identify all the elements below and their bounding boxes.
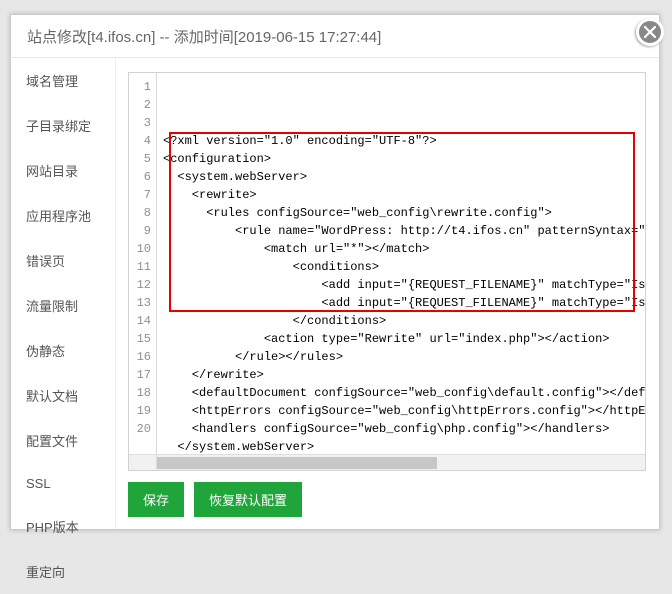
code-line: </system.webServer> bbox=[163, 438, 645, 454]
sidebar-item-subdir[interactable]: 子目录绑定 bbox=[11, 103, 115, 148]
sidebar-item-traffic[interactable]: 流量限制 bbox=[11, 283, 115, 328]
line-gutter: 1234567891011121314151617181920 bbox=[129, 73, 157, 454]
code-line: <rules configSource="web_config\rewrite.… bbox=[163, 204, 645, 222]
sidebar-item-defaultdoc[interactable]: 默认文档 bbox=[11, 373, 115, 418]
sidebar: 域名管理 子目录绑定 网站目录 应用程序池 错误页 流量限制 伪静态 默认文档 … bbox=[11, 58, 116, 529]
code-line: <rule name="WordPress: http://t4.ifos.cn… bbox=[163, 222, 645, 240]
sidebar-item-domain[interactable]: 域名管理 bbox=[11, 58, 115, 103]
site-edit-modal: 站点修改[t4.ifos.cn] -- 添加时间[2019-06-15 17:2… bbox=[10, 14, 660, 530]
modal-title: 站点修改[t4.ifos.cn] -- 添加时间[2019-06-15 17:2… bbox=[27, 29, 381, 46]
code-line: <action type="Rewrite" url="index.php"><… bbox=[163, 330, 645, 348]
restore-button[interactable]: 恢复默认配置 bbox=[194, 482, 302, 517]
line-number: 12 bbox=[129, 276, 151, 294]
scroll-track[interactable] bbox=[157, 455, 645, 470]
close-icon bbox=[644, 26, 656, 38]
line-number: 6 bbox=[129, 168, 151, 186]
line-number: 16 bbox=[129, 348, 151, 366]
line-number: 10 bbox=[129, 240, 151, 258]
line-number: 9 bbox=[129, 222, 151, 240]
modal-header: 站点修改[t4.ifos.cn] -- 添加时间[2019-06-15 17:2… bbox=[11, 15, 659, 58]
code-line: <configuration> bbox=[163, 150, 645, 168]
line-number: 14 bbox=[129, 312, 151, 330]
code-line: <handlers configSource="web_config\php.c… bbox=[163, 420, 645, 438]
editor-body: 1234567891011121314151617181920 <?xml ve… bbox=[129, 73, 645, 454]
line-number: 11 bbox=[129, 258, 151, 276]
code-line: <add input="{REQUEST_FILENAME}" matchTyp… bbox=[163, 276, 645, 294]
line-number: 4 bbox=[129, 132, 151, 150]
code-line: <httpErrors configSource="web_config\htt… bbox=[163, 402, 645, 420]
line-number: 19 bbox=[129, 402, 151, 420]
line-number: 5 bbox=[129, 150, 151, 168]
save-button[interactable]: 保存 bbox=[128, 482, 184, 517]
line-number: 17 bbox=[129, 366, 151, 384]
code-line: </rule></rules> bbox=[163, 348, 645, 366]
sidebar-item-apppool[interactable]: 应用程序池 bbox=[11, 193, 115, 238]
line-number: 18 bbox=[129, 384, 151, 402]
line-number: 13 bbox=[129, 294, 151, 312]
code-line: <?xml version="1.0" encoding="UTF-8"?> bbox=[163, 132, 645, 150]
sidebar-item-errorpage[interactable]: 错误页 bbox=[11, 238, 115, 283]
code-editor[interactable]: 1234567891011121314151617181920 <?xml ve… bbox=[128, 72, 646, 471]
code-line: </rewrite> bbox=[163, 366, 645, 384]
scroll-corner bbox=[129, 455, 157, 470]
button-bar: 保存 恢复默认配置 bbox=[128, 471, 646, 517]
line-number: 8 bbox=[129, 204, 151, 222]
close-button[interactable] bbox=[636, 18, 664, 46]
main-panel: 1234567891011121314151617181920 <?xml ve… bbox=[116, 58, 659, 529]
sidebar-item-config[interactable]: 配置文件 bbox=[11, 418, 115, 463]
code-line: <conditions> bbox=[163, 258, 645, 276]
line-number: 20 bbox=[129, 420, 151, 438]
line-number: 7 bbox=[129, 186, 151, 204]
code-line: <match url="*"></match> bbox=[163, 240, 645, 258]
sidebar-item-webdir[interactable]: 网站目录 bbox=[11, 148, 115, 193]
scroll-thumb[interactable] bbox=[157, 457, 437, 469]
code-line: <add input="{REQUEST_FILENAME}" matchTyp… bbox=[163, 294, 645, 312]
modal-body: 域名管理 子目录绑定 网站目录 应用程序池 错误页 流量限制 伪静态 默认文档 … bbox=[11, 58, 659, 529]
line-number: 2 bbox=[129, 96, 151, 114]
code-line: <rewrite> bbox=[163, 186, 645, 204]
sidebar-item-php[interactable]: PHP版本 bbox=[11, 504, 115, 549]
horizontal-scrollbar[interactable] bbox=[129, 454, 645, 470]
sidebar-item-rewrite[interactable]: 伪静态 bbox=[11, 328, 115, 373]
sidebar-item-ssl[interactable]: SSL bbox=[11, 463, 115, 504]
code-line: <system.webServer> bbox=[163, 168, 645, 186]
line-number: 1 bbox=[129, 78, 151, 96]
code-line: <defaultDocument configSource="web_confi… bbox=[163, 384, 645, 402]
code-line: </conditions> bbox=[163, 312, 645, 330]
line-number: 15 bbox=[129, 330, 151, 348]
sidebar-item-redirect[interactable]: 重定向 bbox=[11, 549, 115, 594]
line-number: 3 bbox=[129, 114, 151, 132]
code-area[interactable]: <?xml version="1.0" encoding="UTF-8"?><c… bbox=[157, 73, 645, 454]
